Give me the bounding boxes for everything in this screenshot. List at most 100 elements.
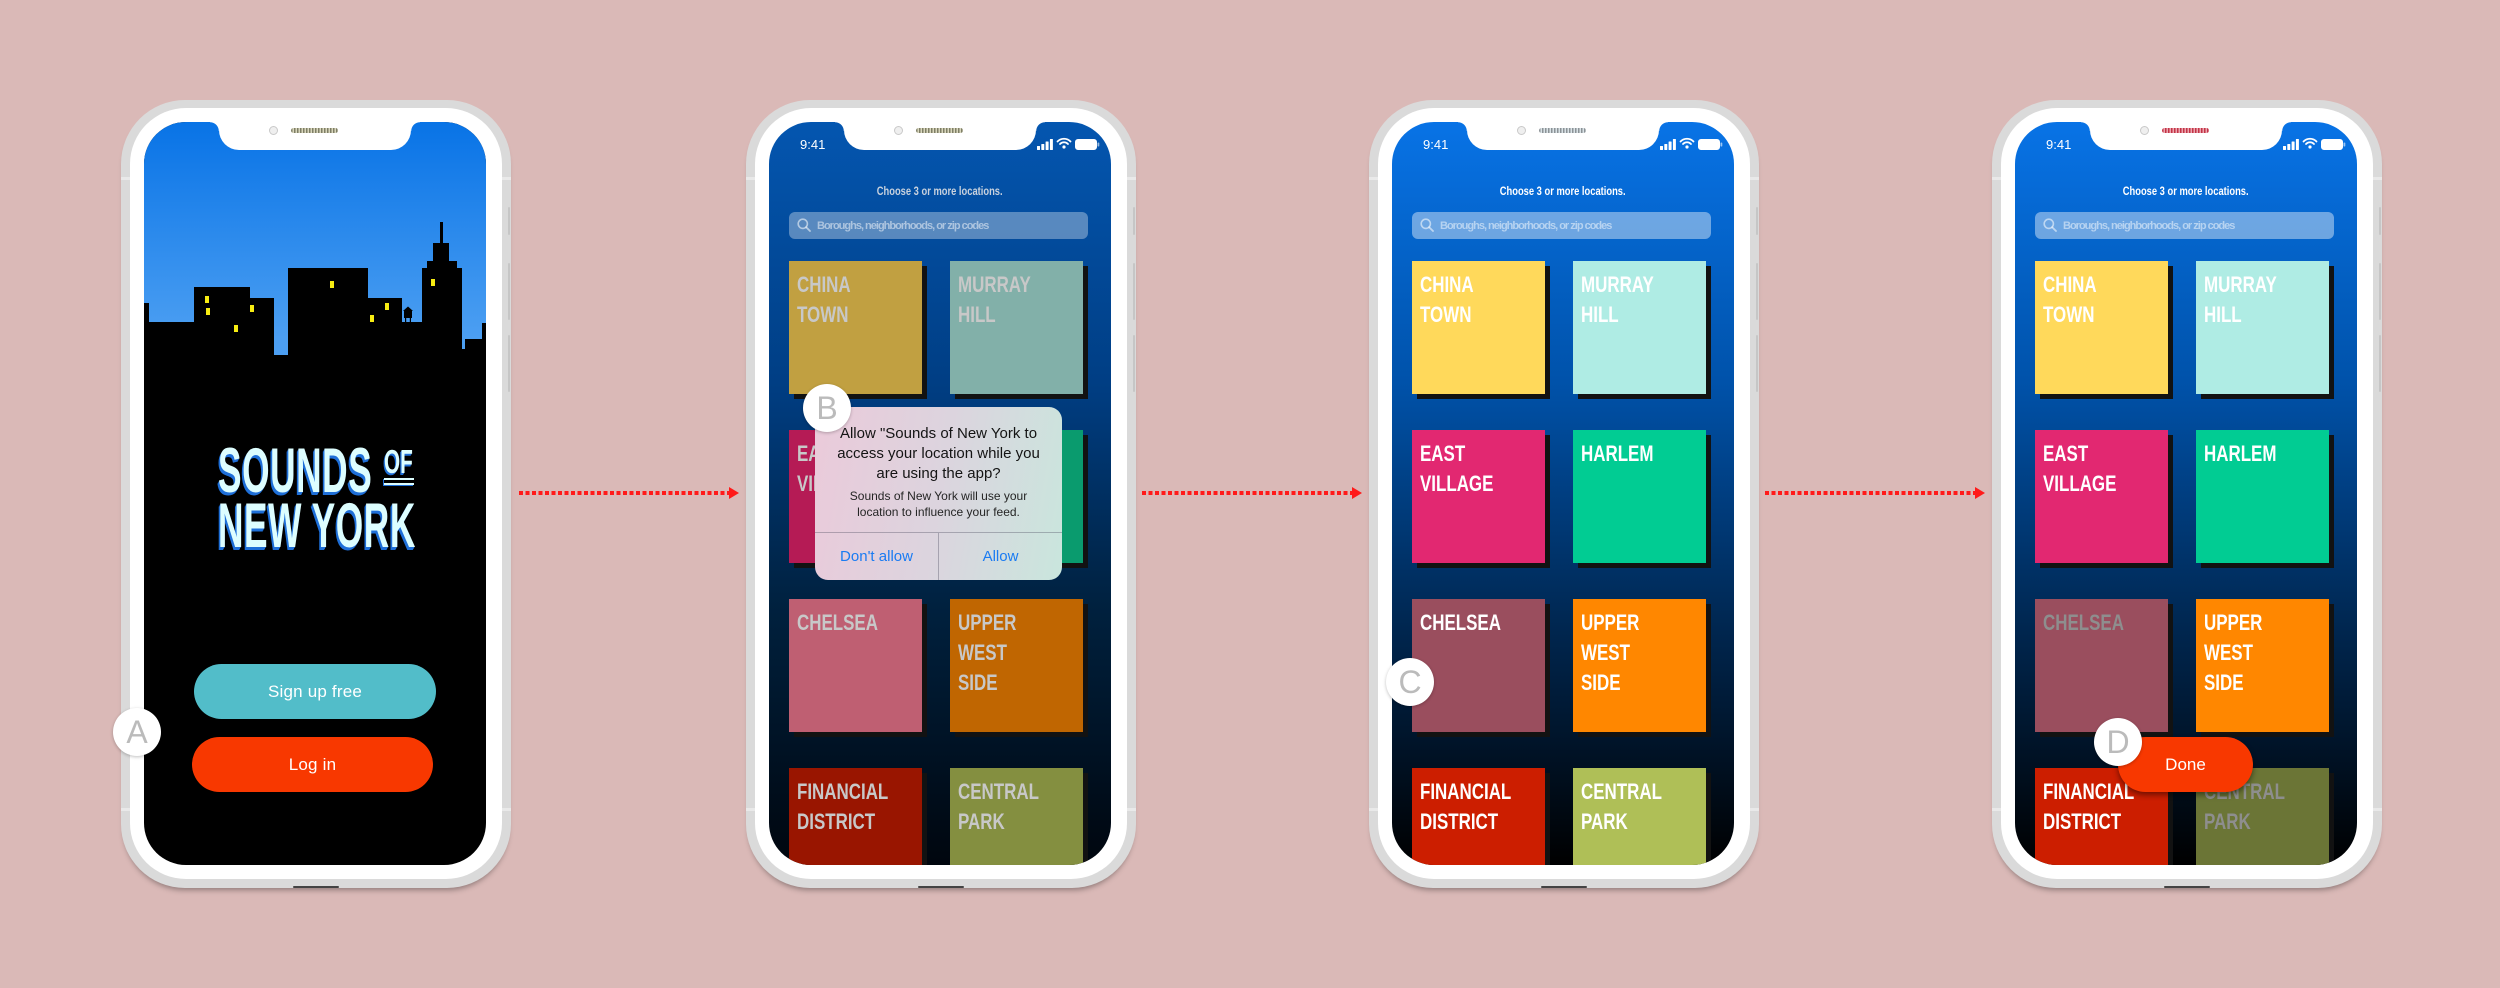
wifi-icon (2302, 137, 2318, 149)
frame-band (2373, 808, 2382, 811)
flow-arrow-line (1765, 491, 1977, 495)
frame-band (1369, 177, 1378, 180)
location-tile-label: FINANCIAL DISTRICT (797, 779, 889, 834)
header: Choose 3 or more locations. (2015, 182, 2357, 200)
frame-band (1127, 177, 1136, 180)
location-tile-label: UPPER WEST SIDE (1581, 610, 1640, 695)
location-tile[interactable]: CHINA TOWN (2035, 261, 2168, 394)
frame-band (746, 808, 755, 811)
arrowhead-icon (729, 487, 739, 499)
location-tile[interactable]: CHELSEA (1412, 599, 1545, 732)
logo-new-york: NEW YORK (218, 491, 416, 561)
location-tile[interactable]: MURRAY HILL (1573, 261, 1706, 394)
search-icon (1420, 218, 1434, 232)
frame-band (1992, 808, 2001, 811)
cellular-signal-icon (1037, 139, 1053, 150)
location-tile-grid: CHINA TOWN MURRAY HILL EAST VILLAGE HARLEM C… (1412, 261, 1706, 865)
search-bar[interactable] (789, 212, 1088, 239)
location-tile[interactable]: FINANCIAL DISTRICT (1412, 768, 1545, 865)
step-badge-d: D (2094, 718, 2142, 766)
camera-icon (269, 126, 278, 135)
bottom-port (2164, 886, 2210, 888)
battery-icon (1698, 139, 1723, 150)
phone-location-permission: 9:41 Choose 3 or more locations. CHINA T… (746, 100, 1136, 888)
location-tile-label: CENTRAL PARK (1581, 779, 1662, 834)
location-tile[interactable]: UPPER WEST SIDE (2196, 599, 2329, 732)
search-input[interactable] (2063, 212, 2329, 239)
battery-icon (1075, 139, 1100, 150)
flow-arrow (1142, 487, 1362, 499)
camera-icon (2140, 126, 2149, 135)
location-tile[interactable]: EAST VILLAGE (1412, 430, 1545, 563)
location-tile-label: MURRAY HILL (1581, 272, 1654, 327)
location-tile-label: HARLEM (1581, 441, 1654, 466)
lit-window (370, 315, 374, 322)
phone-location-select: 9:41 Choose 3 or more locations. CHINA T… (1369, 100, 1759, 888)
log-in-button[interactable]: Log in (192, 737, 433, 792)
search-icon (2043, 218, 2057, 232)
location-tile[interactable]: CENTRAL PARK (950, 768, 1083, 865)
location-tile[interactable]: CHINA TOWN (1412, 261, 1545, 394)
notch (2081, 122, 2291, 150)
camera-icon (894, 126, 903, 135)
side-button (2379, 335, 2381, 392)
search-bar[interactable] (2035, 212, 2334, 239)
search-bar[interactable] (1412, 212, 1711, 239)
location-tile[interactable]: MURRAY HILL (950, 261, 1083, 394)
bottom-port (918, 886, 964, 888)
cellular-signal-icon (1660, 139, 1676, 150)
location-tile-label: CHINA TOWN (797, 272, 851, 327)
frame-band (502, 808, 511, 811)
lit-window (234, 325, 238, 332)
search-input[interactable] (817, 212, 1083, 239)
wifi-icon (1679, 137, 1695, 149)
allow-button[interactable]: Allow (938, 533, 1062, 580)
dont-allow-button[interactable]: Don't allow (815, 533, 938, 580)
camera-icon (1517, 126, 1526, 135)
location-tile[interactable]: EAST VILLAGE (2035, 430, 2168, 563)
side-button (1756, 263, 1758, 320)
flow-arrow (519, 487, 739, 499)
welcome-screen: SOUNDS OF NEW YORK Sign up free Log in (144, 122, 486, 865)
lit-window (385, 303, 389, 310)
search-input[interactable] (1440, 212, 1706, 239)
phone-welcome: SOUNDS OF NEW YORK Sign up free Log in A (113, 100, 511, 888)
frame-band (1127, 808, 1136, 811)
location-tile[interactable]: HARLEM (2196, 430, 2329, 563)
notch (210, 122, 420, 150)
location-tile-label: CHINA TOWN (2043, 272, 2097, 327)
side-button (1133, 207, 1135, 235)
location-tile[interactable]: CHINA TOWN (789, 261, 922, 394)
frame-band (121, 177, 130, 180)
location-tile-label: UPPER WEST SIDE (958, 610, 1017, 695)
location-tile-label: CENTRAL PARK (958, 779, 1039, 834)
speaker-grille (1539, 128, 1586, 133)
location-tile[interactable]: HARLEM (1573, 430, 1706, 563)
location-tile[interactable]: CHELSEA (2035, 599, 2168, 732)
location-select-screen: 9:41 Choose 3 or more locations. CHINA T… (1392, 122, 1734, 865)
lit-window (330, 281, 334, 288)
location-tile[interactable]: UPPER WEST SIDE (950, 599, 1083, 732)
flow-arrow-line (519, 491, 731, 495)
battery-icon (2321, 139, 2346, 150)
status-time: 9:41 (1423, 137, 1449, 152)
location-tile-label: CHELSEA (797, 610, 878, 635)
dialog-title: Allow "Sounds of New York to access your… (837, 425, 1040, 482)
frame-band (121, 808, 130, 811)
frame-band (746, 177, 755, 180)
wifi-icon (1056, 137, 1072, 149)
frame-band (1750, 808, 1759, 811)
side-button (1756, 207, 1758, 235)
header-text: Choose 3 or more locations. (1500, 184, 1626, 198)
header: Choose 3 or more locations. (769, 182, 1111, 200)
location-tile-label: EAST VILLAGE (1420, 441, 1494, 496)
flow-arrow (1765, 487, 1985, 499)
sign-up-free-button[interactable]: Sign up free (194, 664, 436, 719)
arrowhead-icon (1975, 487, 1985, 499)
location-tile[interactable]: MURRAY HILL (2196, 261, 2329, 394)
frame-band (1750, 177, 1759, 180)
location-tile[interactable]: UPPER WEST SIDE (1573, 599, 1706, 732)
location-tile[interactable]: FINANCIAL DISTRICT (789, 768, 922, 865)
location-tile[interactable]: CENTRAL PARK (1573, 768, 1706, 865)
location-tile[interactable]: CHELSEA (789, 599, 922, 732)
